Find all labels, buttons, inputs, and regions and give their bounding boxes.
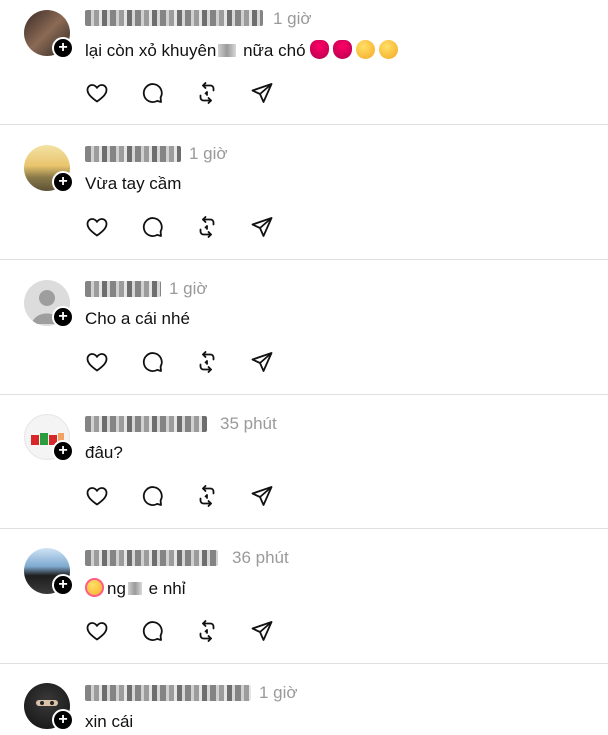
timestamp: 1 giờ <box>189 144 228 163</box>
username-redacted[interactable] <box>85 10 263 26</box>
follow-plus-button[interactable]: + <box>52 440 74 462</box>
share-button[interactable] <box>250 619 274 643</box>
redacted-text <box>127 582 142 595</box>
comment-text: ng e nhỉ <box>85 578 186 599</box>
like-button[interactable] <box>85 350 109 374</box>
comment-text: xin cái <box>85 712 134 731</box>
like-button[interactable] <box>85 215 109 239</box>
timestamp: 36 phút <box>232 548 289 567</box>
divider <box>0 124 608 125</box>
follow-plus-button[interactable]: + <box>52 574 74 596</box>
smiling-hearts-emoji <box>85 578 104 597</box>
action-bar <box>85 215 285 239</box>
like-button[interactable] <box>85 484 109 508</box>
username-redacted[interactable] <box>85 550 218 566</box>
action-bar <box>85 350 285 374</box>
action-bar <box>85 81 285 105</box>
repost-button[interactable] <box>195 350 219 374</box>
divider <box>0 528 608 529</box>
follow-plus-button[interactable]: + <box>52 37 74 59</box>
share-icon <box>250 215 274 239</box>
share-button[interactable] <box>250 350 274 374</box>
reply-button[interactable] <box>140 215 164 239</box>
timestamp: 1 giờ <box>169 279 208 298</box>
share-icon <box>250 484 274 508</box>
redacted-text <box>218 44 237 57</box>
reply-icon <box>140 215 164 239</box>
reply-button[interactable] <box>140 350 164 374</box>
username-redacted[interactable] <box>85 685 251 701</box>
repost-button[interactable] <box>195 619 219 643</box>
share-button[interactable] <box>250 81 274 105</box>
timestamp: 1 giờ <box>259 683 298 702</box>
reply-button[interactable] <box>140 81 164 105</box>
repost-button[interactable] <box>195 215 219 239</box>
reply-button[interactable] <box>140 619 164 643</box>
repost-icon <box>195 619 219 643</box>
reply-button[interactable] <box>140 484 164 508</box>
share-button[interactable] <box>250 484 274 508</box>
like-icon <box>85 619 109 643</box>
like-icon <box>85 215 109 239</box>
divider <box>0 394 608 395</box>
comment-text: lại còn xỏ khuyên nữa chó <box>85 40 398 61</box>
username-redacted[interactable] <box>85 281 161 297</box>
follow-plus-button[interactable]: + <box>52 306 74 328</box>
repost-icon <box>195 350 219 374</box>
comment-text: đâu? <box>85 443 123 462</box>
follow-plus-button[interactable]: + <box>52 171 74 193</box>
share-icon <box>250 619 274 643</box>
action-bar <box>85 619 285 643</box>
reply-icon <box>140 350 164 374</box>
like-icon <box>85 484 109 508</box>
share-icon <box>250 350 274 374</box>
like-button[interactable] <box>85 619 109 643</box>
like-icon <box>85 350 109 374</box>
divider <box>0 259 608 260</box>
comment-text: Vừa tay cầm <box>85 174 182 193</box>
winking-tongue-emoji <box>355 40 375 59</box>
repost-icon <box>195 484 219 508</box>
timestamp: 1 giờ <box>273 9 312 28</box>
comment-text: Cho a cái nhé <box>85 309 190 328</box>
reply-icon <box>140 619 164 643</box>
follow-plus-button[interactable]: + <box>52 709 74 731</box>
repost-icon <box>195 81 219 105</box>
like-icon <box>85 81 109 105</box>
repost-icon <box>195 215 219 239</box>
share-button[interactable] <box>250 215 274 239</box>
tongue-emoji <box>309 40 329 59</box>
yum-emoji <box>378 40 398 59</box>
username-redacted[interactable] <box>85 146 181 162</box>
repost-button[interactable] <box>195 484 219 508</box>
timestamp: 35 phút <box>220 414 277 433</box>
repost-button[interactable] <box>195 81 219 105</box>
share-icon <box>250 81 274 105</box>
divider <box>0 663 608 664</box>
username-redacted[interactable] <box>85 416 207 432</box>
tongue-emoji <box>332 40 352 59</box>
like-button[interactable] <box>85 81 109 105</box>
reply-icon <box>140 484 164 508</box>
action-bar <box>85 484 285 508</box>
reply-icon <box>140 81 164 105</box>
